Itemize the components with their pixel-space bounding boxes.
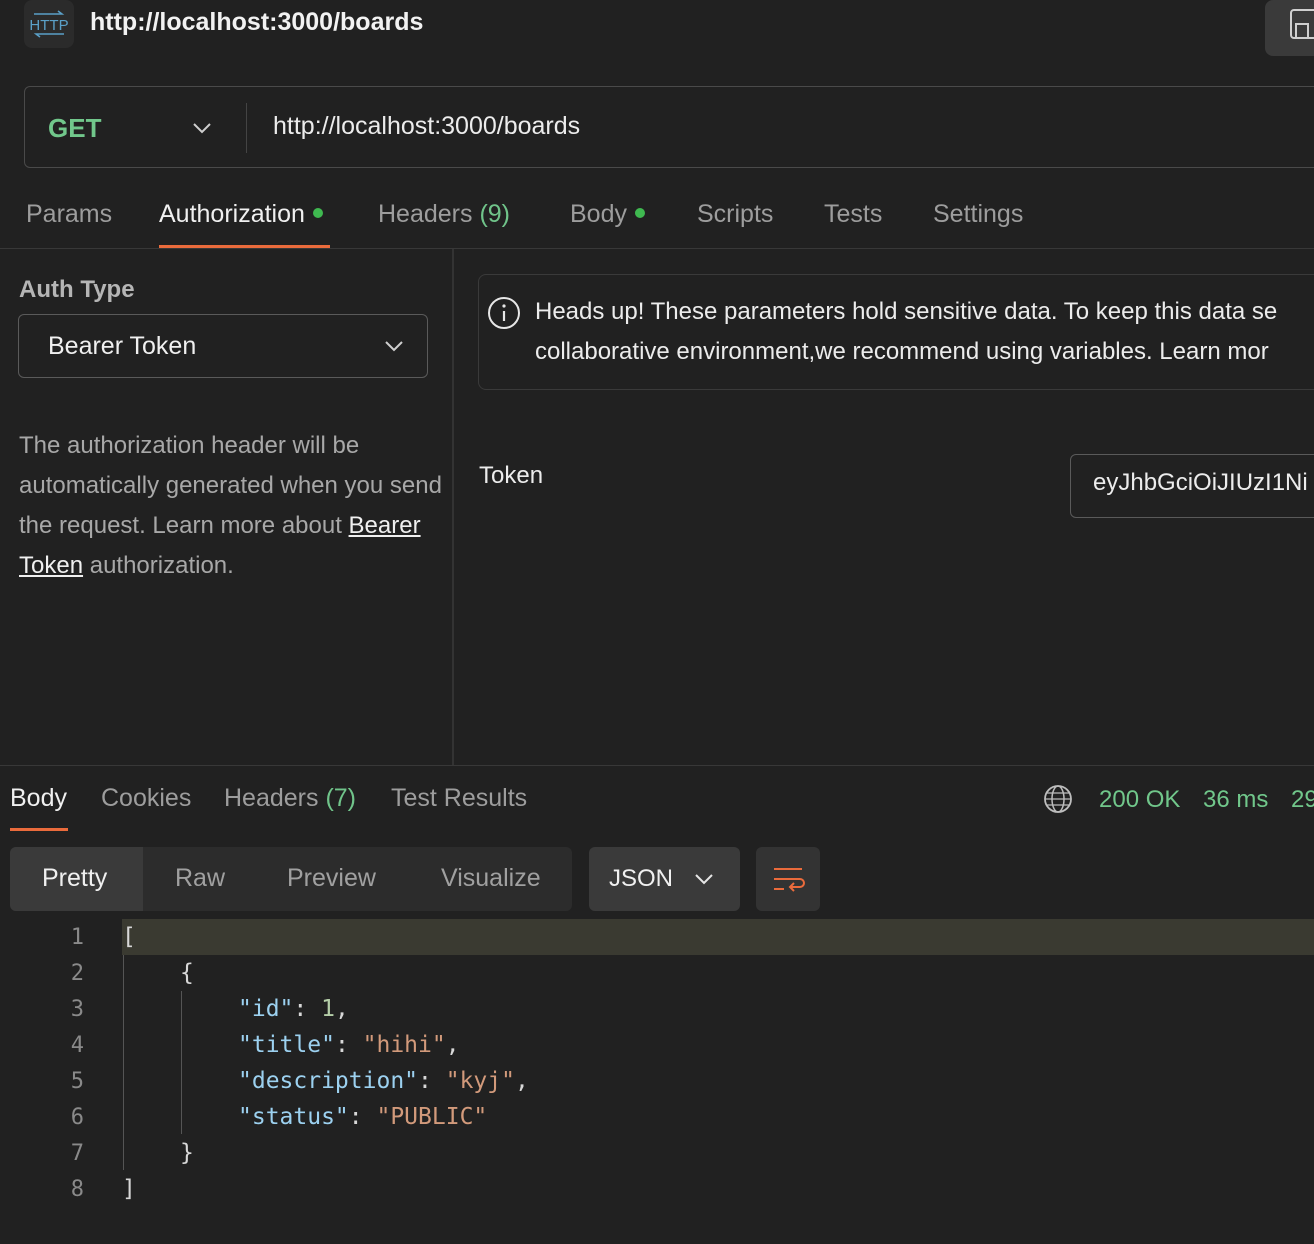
- line-number: 1: [70, 925, 84, 950]
- line-number: 6: [70, 1105, 84, 1130]
- token-label: Token: [479, 462, 544, 489]
- save-button[interactable]: [1265, 0, 1314, 56]
- method-select[interactable]: GET: [48, 113, 101, 144]
- tab-settings[interactable]: Settings: [933, 200, 1023, 229]
- svg-text:HTTP: HTTP: [29, 17, 68, 34]
- request-title[interactable]: http://localhost:3000/boards: [90, 8, 423, 37]
- chevron-down-icon[interactable]: [382, 336, 406, 356]
- response-tab-headers[interactable]: Headers (7): [224, 784, 356, 813]
- line-number: 3: [70, 997, 84, 1022]
- line-number: 8: [70, 1177, 84, 1202]
- auth-type-value[interactable]: Bearer Token: [48, 332, 196, 361]
- wrap-lines-button[interactable]: [756, 847, 820, 911]
- response-size[interactable]: 29: [1291, 786, 1314, 814]
- http-request-icon: HTTP: [24, 0, 74, 48]
- code-line[interactable]: "status": "PUBLIC": [238, 1104, 487, 1130]
- code-line[interactable]: ]: [122, 1176, 136, 1202]
- response-time[interactable]: 36 ms: [1203, 786, 1268, 814]
- divider: [246, 103, 247, 153]
- info-icon: [488, 297, 520, 329]
- language-label[interactable]: JSON: [609, 865, 673, 893]
- panel-divider[interactable]: [452, 249, 454, 765]
- token-value[interactable]: eyJhbGciOiJIUzI1Ni: [1093, 469, 1308, 497]
- status-dot: [634, 208, 645, 219]
- tab-scripts[interactable]: Scripts: [697, 200, 773, 229]
- globe-icon[interactable]: [1043, 784, 1073, 814]
- response-tab-body[interactable]: Body: [10, 784, 67, 813]
- save-icon: [1290, 9, 1314, 39]
- code-line[interactable]: "id": 1,: [238, 996, 349, 1022]
- code-line[interactable]: }: [180, 1140, 194, 1166]
- mode-pretty[interactable]: Pretty: [42, 864, 107, 893]
- code-line[interactable]: {: [180, 960, 194, 986]
- chevron-down-icon[interactable]: [190, 118, 214, 138]
- line-number: 5: [70, 1069, 84, 1094]
- code-line[interactable]: [: [122, 924, 136, 950]
- current-line-highlight: [122, 919, 1314, 955]
- code-line[interactable]: "description": "kyj",: [238, 1068, 529, 1094]
- status-code[interactable]: 200 OK: [1099, 786, 1180, 814]
- indent-guide: [123, 955, 124, 1170]
- tab-body[interactable]: Body: [570, 200, 645, 229]
- tab-tests[interactable]: Tests: [824, 200, 882, 229]
- status-dot: [312, 208, 323, 219]
- tab-headers[interactable]: Headers (9): [378, 200, 510, 229]
- divider: [0, 248, 1314, 249]
- line-number: 7: [70, 1141, 84, 1166]
- code-line[interactable]: "title": "hihi",: [238, 1032, 460, 1058]
- tab-params[interactable]: Params: [26, 200, 112, 229]
- url-input[interactable]: http://localhost:3000/boards: [273, 112, 580, 141]
- mode-visualize[interactable]: Visualize: [441, 864, 541, 893]
- auth-type-label: Auth Type: [19, 276, 135, 303]
- divider[interactable]: [0, 765, 1314, 766]
- active-tab-indicator: [10, 828, 68, 831]
- tab-authorization[interactable]: Authorization: [159, 200, 323, 229]
- response-tab-cookies[interactable]: Cookies: [101, 784, 191, 813]
- notice-text: Heads up! These parameters hold sensitiv…: [535, 298, 1278, 365]
- auth-description: The authorization header will be automat…: [19, 432, 442, 579]
- response-tab-test-results[interactable]: Test Results: [391, 784, 527, 813]
- line-number: 4: [70, 1033, 84, 1058]
- indent-guide: [181, 991, 182, 1134]
- mode-raw[interactable]: Raw: [175, 864, 225, 893]
- url-bar: [24, 86, 1314, 168]
- line-number: 2: [70, 961, 84, 986]
- wrap-lines-icon: [774, 868, 805, 892]
- chevron-down-icon[interactable]: [692, 869, 716, 889]
- mode-preview[interactable]: Preview: [287, 864, 376, 893]
